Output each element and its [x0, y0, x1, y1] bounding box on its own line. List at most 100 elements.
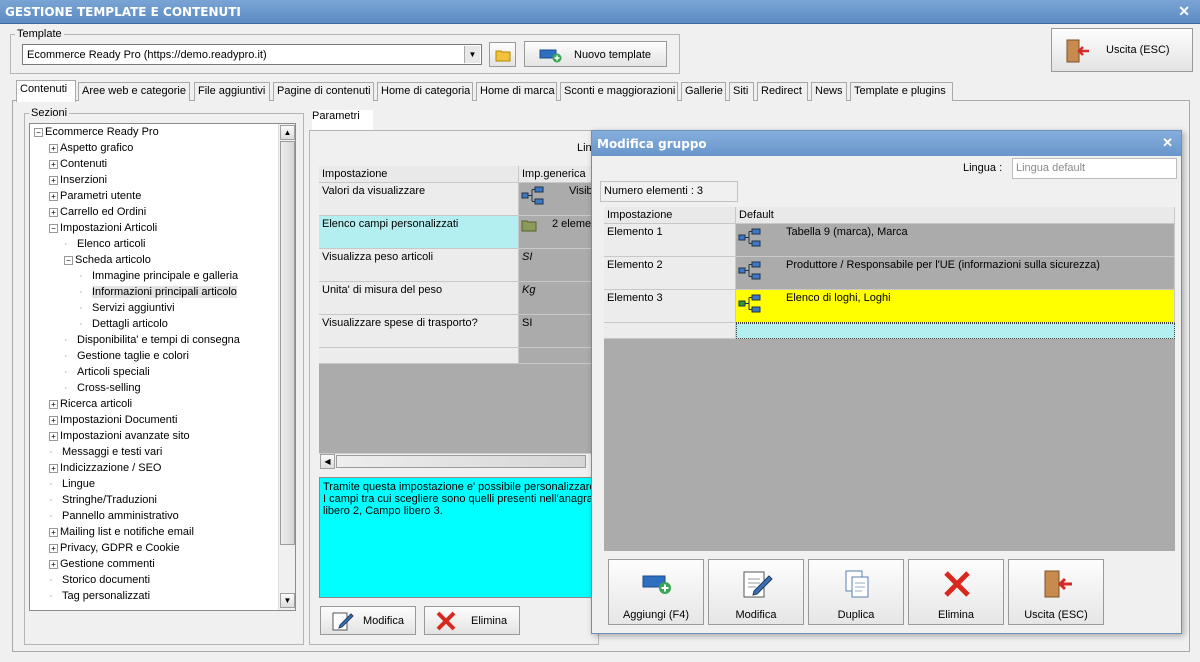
element-row-value[interactable]: Tabella 9 (marca), Marca [736, 224, 1175, 257]
tree-node[interactable]: − Impostazioni Articoli [49, 222, 157, 234]
tree-node[interactable]: · Disponibilita' e tempi di consegna [64, 334, 240, 346]
tree-node[interactable]: · Lingue [49, 478, 95, 490]
collapse-icon[interactable]: − [64, 255, 73, 265]
dialog-lingua-input[interactable]: Lingua default [1012, 158, 1177, 179]
tree-node[interactable]: · Tag personalizzati [49, 590, 150, 602]
tab-sconti[interactable]: Sconti e maggiorazioni [560, 82, 678, 101]
tab-parametri[interactable]: Parametri [312, 110, 373, 131]
scroll-down-icon[interactable]: ▼ [280, 593, 295, 608]
tree-node[interactable]: + Ricerca articoli [49, 398, 132, 410]
expand-icon[interactable]: + [49, 399, 58, 409]
edit-button[interactable]: Modifica [708, 559, 804, 625]
tree-node[interactable]: · Messaggi e testi vari [49, 446, 162, 458]
param-row-value[interactable]: Kg [519, 282, 592, 315]
expand-icon[interactable]: + [49, 191, 58, 201]
scroll-thumb[interactable] [280, 141, 295, 545]
tree-node[interactable]: · Articoli speciali [64, 366, 150, 378]
element-row-value[interactable]: Elenco di loghi, Loghi [736, 290, 1175, 323]
param-row-label[interactable]: Unita' di misura del peso [319, 282, 519, 315]
collapse-icon[interactable]: − [49, 223, 58, 233]
add-button[interactable]: Aggiungi (F4) [608, 559, 704, 625]
param-row-label[interactable]: Elenco campi personalizzati [319, 216, 519, 249]
tab-siti[interactable]: Siti [729, 82, 754, 101]
params-hscroll[interactable]: ◀ [319, 453, 592, 469]
tree-node[interactable]: + Aspetto grafico [49, 142, 133, 154]
delete-button[interactable]: Elimina [424, 606, 520, 635]
tab-gallerie[interactable]: Gallerie [681, 82, 726, 101]
tree-node[interactable]: + Contenuti [49, 158, 107, 170]
expand-icon[interactable]: + [49, 159, 58, 169]
tree-node[interactable]: · Servizi aggiuntivi [79, 302, 175, 314]
element-row-value[interactable]: Produttore / Responsabile per l'UE (info… [736, 257, 1175, 290]
new-template-button[interactable]: Nuovo template [524, 41, 667, 67]
tree-node[interactable]: · Storico documenti [49, 574, 150, 586]
tree-node[interactable]: − Scheda articolo [64, 254, 151, 266]
expand-icon[interactable]: + [49, 463, 58, 473]
dialog-exit-button[interactable]: Uscita (ESC) [1008, 559, 1104, 625]
duplicate-button[interactable]: Duplica [808, 559, 904, 625]
tree-node[interactable]: · Stringhe/Traduzioni [49, 494, 157, 506]
sections-tree[interactable]: − Ecommerce Ready Pro + Aspetto grafico + Con… [29, 123, 296, 611]
tree-node[interactable]: · Informazioni principali articolo [79, 286, 237, 298]
element-new-row[interactable] [604, 323, 736, 339]
param-row-value[interactable]: Visib [519, 183, 592, 216]
element-row-label[interactable]: Elemento 3 [604, 290, 736, 323]
tree-node[interactable]: · Dettagli articolo [79, 318, 168, 330]
scroll-up-icon[interactable]: ▲ [280, 125, 295, 140]
tree-node[interactable]: + Inserzioni [49, 174, 107, 186]
collapse-icon[interactable]: − [34, 127, 43, 137]
param-row-label[interactable]: Valori da visualizzare [319, 183, 519, 216]
scroll-left-icon[interactable]: ◀ [320, 454, 335, 469]
dialog-grid[interactable]: Impostazione Default Elemento 1 Tabella 9… [604, 207, 1175, 551]
modify-button[interactable]: Modifica [320, 606, 416, 635]
tab-file-aggiuntivi[interactable]: File aggiuntivi [194, 82, 270, 101]
tree-node[interactable]: + Impostazioni avanzate sito [49, 430, 190, 442]
param-row-label[interactable]: Visualizzare spese di trasporto? [319, 315, 519, 348]
element-row-label[interactable]: Elemento 2 [604, 257, 736, 290]
tree-node[interactable]: + Mailing list e notifiche email [49, 526, 194, 538]
tree-node[interactable]: + Gestione commenti [49, 558, 155, 570]
expand-icon[interactable]: + [49, 207, 58, 217]
tab-pagine-contenuti[interactable]: Pagine di contenuti [273, 82, 374, 101]
tab-news[interactable]: News [811, 82, 847, 101]
expand-icon[interactable]: + [49, 431, 58, 441]
expand-icon[interactable]: + [49, 143, 58, 153]
param-row-value[interactable]: SI [519, 249, 592, 282]
param-row-value[interactable]: 2 elemen [519, 216, 592, 249]
expand-icon[interactable]: + [49, 559, 58, 569]
exit-button[interactable]: Uscita (ESC) [1051, 28, 1193, 72]
tree-node[interactable]: − Ecommerce Ready Pro [34, 126, 159, 138]
tree-node[interactable]: · Gestione taglie e colori [64, 350, 189, 362]
tab-aree-web[interactable]: Aree web e categorie [78, 82, 190, 101]
tree-node[interactable]: · Elenco articoli [64, 238, 145, 250]
tree-node[interactable]: · Pannello amministrativo [49, 510, 179, 522]
tree-node[interactable]: + Impostazioni Documenti [49, 414, 177, 426]
tree-node[interactable]: + Carrello ed Ordini [49, 206, 146, 218]
expand-icon[interactable]: + [49, 527, 58, 537]
tab-template-plugins[interactable]: Template e plugins [850, 82, 953, 101]
hscroll-thumb[interactable] [336, 455, 586, 468]
tree-node[interactable]: + Indicizzazione / SEO [49, 462, 162, 474]
expand-icon[interactable]: + [49, 175, 58, 185]
dialog-close-icon[interactable]: ✕ [1162, 135, 1173, 151]
close-window-icon[interactable]: ✕ [1178, 3, 1190, 20]
tree-scrollbar[interactable]: ▲ ▼ [278, 124, 295, 610]
param-row-label[interactable]: Visualizza peso articoli [319, 249, 519, 282]
param-empty-row[interactable] [319, 348, 519, 364]
dialog-delete-button[interactable]: Elimina [908, 559, 1004, 625]
expand-icon[interactable]: + [49, 543, 58, 553]
chevron-down-icon[interactable]: ▼ [464, 46, 480, 63]
tab-contenuti[interactable]: Contenuti [16, 80, 76, 102]
tree-node[interactable]: · Immagine principale e galleria [79, 270, 238, 282]
param-row-value[interactable]: SI [519, 315, 592, 348]
tab-home-categoria[interactable]: Home di categoria [377, 82, 473, 101]
element-row-label[interactable]: Elemento 1 [604, 224, 736, 257]
tree-node[interactable]: + Privacy, GDPR e Cookie [49, 542, 180, 554]
tab-home-marca[interactable]: Home di marca [476, 82, 557, 101]
element-new-cell[interactable] [736, 323, 1175, 339]
param-empty-cell[interactable] [519, 348, 592, 364]
folder-button[interactable] [489, 42, 516, 67]
params-grid[interactable]: Impostazione Imp.generica Valori da visu… [319, 166, 592, 469]
tab-redirect[interactable]: Redirect [757, 82, 808, 101]
tree-node[interactable]: · Cross-selling [64, 382, 141, 394]
